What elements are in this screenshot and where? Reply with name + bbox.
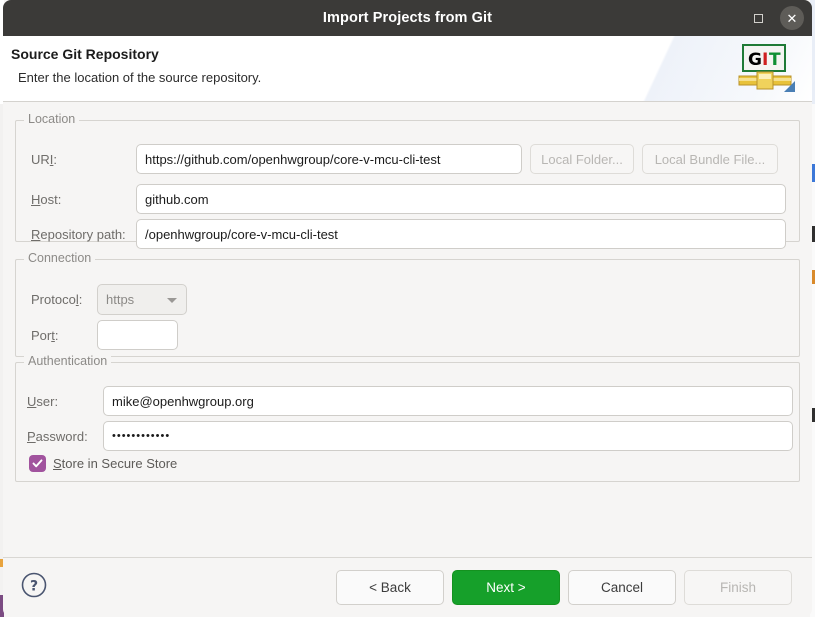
page-description: Enter the location of the source reposit… (18, 70, 262, 85)
title-bar: Import Projects from Git ✕ (3, 0, 812, 36)
local-folder-button[interactable]: Local Folder... (530, 144, 634, 174)
password-input[interactable]: •••••••••••• (103, 421, 793, 451)
host-label: Host: (31, 191, 62, 207)
window-title: Import Projects from Git (322, 10, 493, 26)
repository-path-row: Repository path: /openhwgroup/core-v-mcu… (31, 219, 791, 249)
user-input[interactable]: mike@openhwgroup.org (103, 386, 793, 416)
store-in-secure-store-label: Store in Secure Store (53, 456, 178, 471)
dialog-header: Source Git Repository Enter the location… (3, 36, 812, 102)
git-logo-icon: G I T (738, 44, 795, 92)
uri-input[interactable]: https://github.com/openhwgroup/core-v-mc… (136, 144, 522, 174)
connection-group-title: Connection (24, 251, 96, 265)
page-title: Source Git Repository (11, 46, 159, 62)
store-in-secure-store-checkbox[interactable] (29, 455, 46, 472)
protocol-select[interactable]: https (97, 284, 187, 315)
close-button[interactable]: ✕ (780, 6, 804, 30)
port-row: Port: (31, 320, 331, 350)
finish-button[interactable]: Finish (684, 570, 792, 605)
svg-text:?: ? (30, 579, 38, 595)
protocol-selected-value: https (106, 292, 135, 307)
repository-path-input[interactable]: /openhwgroup/core-v-mcu-cli-test (136, 219, 786, 249)
footer-button-group: < Back Next > Cancel Finish (336, 570, 792, 605)
chevron-down-icon (167, 297, 177, 303)
svg-text:G: G (748, 50, 762, 70)
checkmark-icon (32, 459, 43, 468)
next-button[interactable]: Next > (452, 570, 560, 605)
repository-path-label: Repository path: (31, 226, 126, 242)
protocol-row: Protocol: https (31, 284, 331, 315)
local-bundle-file-button[interactable]: Local Bundle File... (642, 144, 778, 174)
host-input[interactable]: github.com (136, 184, 786, 214)
dialog-body: Location URI: https://github.com/openhwg… (3, 102, 812, 557)
password-row: Password: •••••••••••• (27, 421, 797, 451)
close-icon: ✕ (786, 10, 798, 26)
maximize-icon (753, 13, 763, 23)
uri-row: URI: https://github.com/openhwgroup/core… (31, 144, 791, 174)
window-controls: ✕ (746, 0, 804, 36)
help-question-icon[interactable]: ? (20, 571, 48, 599)
import-projects-from-git-dialog: Import Projects from Git ✕ Source Git Re… (0, 0, 815, 617)
store-in-secure-store-checkbox-row[interactable]: Store in Secure Store (29, 455, 177, 472)
back-button[interactable]: < Back (336, 570, 444, 605)
user-label: User: (27, 393, 59, 409)
protocol-label: Protocol: (31, 292, 83, 307)
port-input[interactable] (97, 320, 178, 350)
dialog-footer: ? < Back Next > Cancel Finish (3, 557, 812, 617)
port-label: Port: (31, 327, 59, 343)
cancel-button[interactable]: Cancel (568, 570, 676, 605)
location-group-title: Location (24, 112, 80, 126)
user-row: User: mike@openhwgroup.org (27, 386, 797, 416)
authentication-group-title: Authentication (24, 354, 112, 368)
uri-label: URI: (31, 151, 58, 167)
svg-text:I: I (762, 50, 768, 70)
password-label: Password: (27, 428, 88, 444)
maximize-button[interactable] (746, 6, 770, 30)
svg-text:T: T (769, 50, 781, 70)
host-row: Host: github.com (31, 184, 791, 214)
